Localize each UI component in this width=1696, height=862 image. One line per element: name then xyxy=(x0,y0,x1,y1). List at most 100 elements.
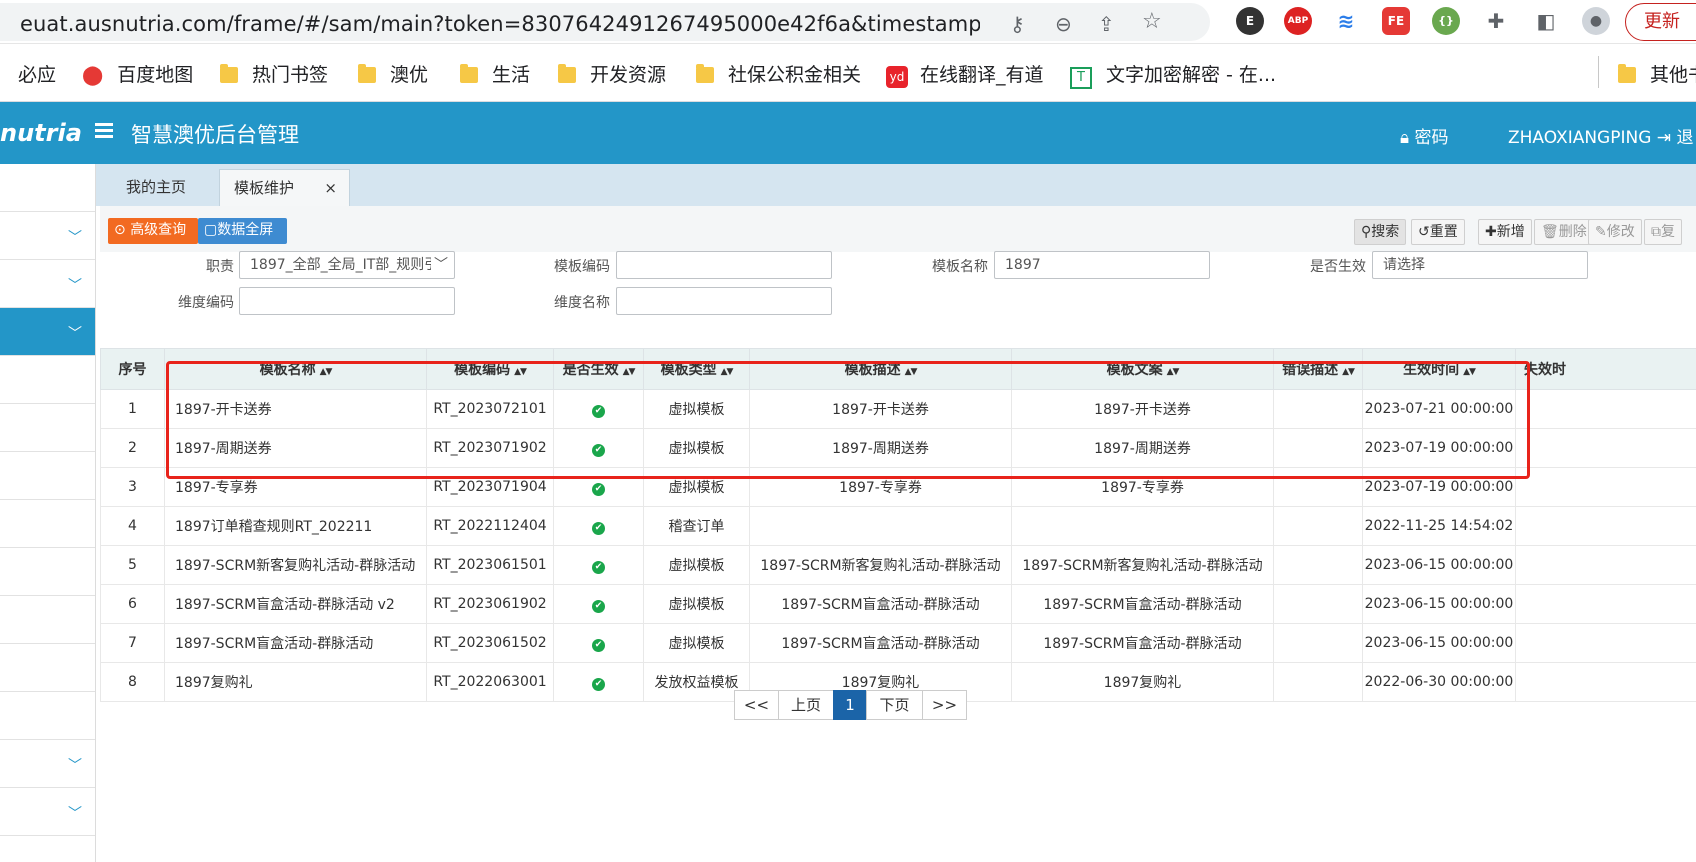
table-row[interactable]: 7 1897-SCRM盲盒活动-群脉活动 RT_2023061502 ✔ 虚拟模板 189… xyxy=(100,623,1696,663)
table-cell: 1897-SCRM盲盒活动-群脉活动 xyxy=(164,623,427,663)
column-header[interactable]: 是否生效 ▲▼ xyxy=(553,348,644,390)
fullscreen-button[interactable]: ▢数据全屏 xyxy=(198,218,287,244)
address-bar[interactable]: euat.ausnutria.com/frame/#/sam/main?toke… xyxy=(0,3,1210,41)
bookmark-folder[interactable]: 开发资源 xyxy=(558,60,666,87)
template-table: 序号 模板名称 ▲▼ 模板编码 ▲▼ 是否生效 ▲▼ 模板类型 ▲▼ 模板描述 ▲▼ 模板… xyxy=(100,348,1696,702)
sidebar-item[interactable] xyxy=(0,596,95,644)
star-icon[interactable]: ☆ xyxy=(1142,9,1162,34)
bookmark-folder[interactable]: 社保公积金相关 xyxy=(696,60,861,87)
sidebar-item[interactable]: ﹀ xyxy=(0,212,95,260)
table-cell: 虚拟模板 xyxy=(643,545,750,585)
table-cell xyxy=(1515,545,1696,585)
delete-button[interactable]: 🗑︎删除 xyxy=(1534,219,1594,245)
table-row[interactable]: 1 1897-开卡送券 RT_2023072101 ✔ 虚拟模板 1897-开卡送券 189… xyxy=(100,389,1696,429)
sidebar-item[interactable]: ﹀ xyxy=(0,740,95,788)
url-text[interactable]: euat.ausnutria.com/frame/#/sam/main?toke… xyxy=(20,12,980,36)
add-button[interactable]: ✚新增 xyxy=(1478,219,1532,245)
template-code-input[interactable] xyxy=(616,251,832,279)
adblock-icon[interactable]: ABP xyxy=(1284,7,1312,35)
password-link[interactable]: 🔒︎ 密码 xyxy=(1400,123,1448,148)
tab-template-maintenance[interactable]: 模板维护 × xyxy=(219,169,350,206)
table-row[interactable]: 4 1897订单稽查规则RT_202211 RT_2022112404 ✔ 稽查订单 20… xyxy=(100,506,1696,546)
template-name-label: 模板名称 xyxy=(932,259,988,275)
template-name-input[interactable]: 1897 xyxy=(994,251,1210,279)
bookmark-item[interactable]: ⬤ 百度地图 xyxy=(82,60,193,87)
table-cell xyxy=(1273,428,1363,468)
column-header[interactable]: 模板文案 ▲▼ xyxy=(1011,348,1274,390)
status-cell: ✔ xyxy=(553,623,644,663)
sidebar-item[interactable] xyxy=(0,692,95,740)
table-row[interactable]: 6 1897-SCRM盲盒活动-群脉活动 v2 RT_2023061902 ✔ 虚拟模板… xyxy=(100,584,1696,624)
json-extension-icon[interactable]: {} xyxy=(1432,7,1460,35)
edit-button[interactable]: ✎修改 xyxy=(1588,219,1642,245)
table-row[interactable]: 3 1897-专享券 RT_2023071904 ✔ 虚拟模板 1897-专享券 1897-… xyxy=(100,467,1696,507)
bookmark-folder[interactable]: 其他书签 xyxy=(1618,60,1696,87)
table-cell: 1897-专享券 xyxy=(164,467,427,507)
next-page-button[interactable]: 下页 xyxy=(866,690,923,720)
duty-label: 职责 xyxy=(206,259,234,275)
folder-icon xyxy=(220,64,238,83)
close-icon[interactable]: × xyxy=(324,170,337,206)
table-cell: 2022-06-30 00:00:00 xyxy=(1362,662,1516,702)
zoom-out-icon[interactable]: ⊖ xyxy=(1055,12,1072,36)
sidebar-item[interactable]: ﹀ xyxy=(0,260,95,308)
bookmark-item[interactable]: yd 在线翻译_有道 xyxy=(886,60,1044,88)
tab-home[interactable]: 我的主页 xyxy=(96,169,216,206)
copy-button[interactable]: ⧉复 xyxy=(1644,219,1682,245)
duty-select[interactable]: 1897_全部_全局_IT部_规则引 ﹀ xyxy=(239,251,455,279)
last-page-button[interactable]: >> xyxy=(922,690,967,720)
table-row[interactable]: 5 1897-SCRM新客复购礼活动-群脉活动 RT_2023061501 ✔ 虚拟模板… xyxy=(100,545,1696,585)
bookmark-item[interactable]: T 文字加密解密 - 在... xyxy=(1070,60,1276,89)
bookmark-folder[interactable]: 热门书签 xyxy=(220,60,328,87)
current-page-button[interactable]: 1 xyxy=(833,690,867,720)
sidebar-item[interactable] xyxy=(0,356,95,404)
sidebar-item[interactable] xyxy=(0,500,95,548)
column-header[interactable]: 模板描述 ▲▼ xyxy=(749,348,1012,390)
dim-code-input[interactable] xyxy=(239,287,455,315)
user-menu[interactable]: ZHAOXIANGPING ⇥ 退 xyxy=(1508,123,1693,148)
sidebar-item[interactable] xyxy=(0,164,95,212)
column-header[interactable]: 错误描述 ▲▼ xyxy=(1273,348,1363,390)
update-button[interactable]: 更新 xyxy=(1625,3,1696,41)
sidebar-item[interactable] xyxy=(0,452,95,500)
side-panel-icon[interactable]: ◧ xyxy=(1532,7,1560,35)
column-header[interactable]: 模板名称 ▲▼ xyxy=(164,348,427,390)
column-header[interactable]: 失效时 xyxy=(1515,348,1696,390)
sidebar-item[interactable] xyxy=(0,548,95,596)
bookmark-folder[interactable]: 澳优 xyxy=(358,60,428,87)
search-button[interactable]: ⚲搜索 xyxy=(1354,219,1407,245)
first-page-button[interactable]: << xyxy=(734,690,779,720)
effective-select[interactable]: 请选择 xyxy=(1372,251,1588,279)
sidebar-item-active[interactable]: ﹀ xyxy=(0,308,95,356)
puzzle-icon[interactable]: ✚ xyxy=(1482,7,1510,35)
filter-panel: 职责 1897_全部_全局_IT部_规则引 ﹀ 模板编码 模板名称 1897 是… xyxy=(100,251,1696,344)
evernote-icon[interactable]: E xyxy=(1236,7,1264,35)
status-cell: ✔ xyxy=(553,584,644,624)
sidebar-item[interactable] xyxy=(0,404,95,452)
profile-avatar-icon[interactable]: ● xyxy=(1582,7,1610,35)
table-cell: 1897-SCRM盲盒活动-群脉活动 xyxy=(1011,623,1274,663)
dim-name-input[interactable] xyxy=(616,287,832,315)
prev-page-button[interactable]: 上页 xyxy=(778,690,834,720)
column-header[interactable]: 模板类型 ▲▼ xyxy=(643,348,750,390)
sidebar-item[interactable] xyxy=(0,644,95,692)
bookmark-item[interactable]: 必应 xyxy=(18,60,56,87)
plus-icon: ✚ xyxy=(1485,224,1497,240)
extension-layers-icon[interactable]: ≋ xyxy=(1332,7,1360,35)
sidebar-item[interactable]: ﹀ xyxy=(0,788,95,836)
reset-button[interactable]: ↺重置 xyxy=(1411,219,1465,245)
table-cell: 1897-开卡送券 xyxy=(164,389,427,429)
copy-icon: ⧉ xyxy=(1651,224,1661,240)
column-header[interactable]: 模板编码 ▲▼ xyxy=(426,348,554,390)
key-icon[interactable]: ⚷ xyxy=(1010,12,1025,36)
share-icon[interactable]: ⇪ xyxy=(1098,12,1115,36)
fe-extension-icon[interactable]: FE xyxy=(1382,7,1410,35)
bookmark-folder[interactable]: 生活 xyxy=(460,60,530,87)
menu-toggle-icon[interactable] xyxy=(95,123,113,141)
table-cell: 1 xyxy=(100,389,165,429)
table-cell: 1897-SCRM新客复购礼活动-群脉活动 xyxy=(1011,545,1274,585)
advanced-query-button[interactable]: ⊙ 高级查询 xyxy=(108,218,198,244)
check-circle-icon: ✔ xyxy=(592,521,605,535)
column-header[interactable]: 生效时间 ▲▼ xyxy=(1362,348,1516,390)
table-row[interactable]: 2 1897-周期送券 RT_2023071902 ✔ 虚拟模板 1897-周期送券 189… xyxy=(100,428,1696,468)
